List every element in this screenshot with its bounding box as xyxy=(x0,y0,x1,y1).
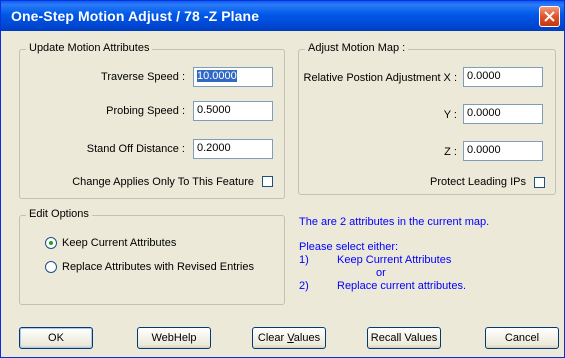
probing-speed-value: 0.5000 xyxy=(197,104,231,116)
info-opt2-text: Replace current attributes. xyxy=(337,280,467,292)
keep-attributes-label[interactable]: Keep Current Attributes xyxy=(62,237,176,249)
replace-attributes-radio[interactable] xyxy=(45,261,57,273)
relative-z-input[interactable]: 0.0000 xyxy=(463,141,543,161)
stand-off-value: 0.2000 xyxy=(197,142,231,154)
title-bar[interactable]: One-Step Motion Adjust / 78 -Z Plane xyxy=(1,1,564,31)
ok-button[interactable]: OK xyxy=(19,327,93,349)
keep-attributes-radio[interactable] xyxy=(45,237,57,249)
adjust-map-title: Adjust Motion Map : xyxy=(305,42,409,54)
relative-y-label: Y : xyxy=(443,109,457,121)
edit-options-group: Edit Options xyxy=(19,208,285,305)
edit-options-title: Edit Options xyxy=(26,208,92,220)
relative-x-value: 0.0000 xyxy=(467,70,501,82)
relative-z-value: 0.0000 xyxy=(467,144,501,156)
traverse-speed-label: Traverse Speed : xyxy=(101,71,185,83)
probing-speed-label: Probing Speed : xyxy=(106,105,185,117)
update-motion-title: Update Motion Attributes xyxy=(26,42,153,54)
info-or: or xyxy=(376,267,386,279)
relative-x-input[interactable]: 0.0000 xyxy=(463,67,543,87)
clear-values-prefix: Clear xyxy=(257,332,288,344)
relative-y-input[interactable]: 0.0000 xyxy=(463,104,543,124)
info-line2: Please select either: xyxy=(299,241,399,253)
info-opt2-num: 2) xyxy=(299,280,309,292)
window-title: One-Step Motion Adjust / 78 -Z Plane xyxy=(11,8,260,24)
stand-off-label: Stand Off Distance : xyxy=(86,143,185,155)
close-icon xyxy=(544,11,555,22)
info-opt1-text: Keep Current Attributes xyxy=(337,254,452,266)
traverse-speed-input[interactable]: 10.0000 xyxy=(193,67,273,87)
recall-values-button[interactable]: Recall Values xyxy=(367,327,441,349)
clear-values-suffix: alues xyxy=(293,332,321,344)
change-applies-label: Change Applies Only To This Feature xyxy=(72,176,254,188)
relative-y-value: 0.0000 xyxy=(467,107,501,119)
info-line1: The are 2 attributes in the current map. xyxy=(299,216,490,228)
clear-values-button[interactable]: Clear Values xyxy=(252,327,326,349)
change-applies-checkbox[interactable] xyxy=(262,176,273,187)
relative-z-label: Z : xyxy=(444,146,457,158)
replace-attributes-label[interactable]: Replace Attributes with Revised Entries xyxy=(62,261,254,273)
cancel-button[interactable]: Cancel xyxy=(485,327,559,349)
info-opt1-num: 1) xyxy=(299,254,309,266)
relative-x-label: Relative Postion Adjustment X : xyxy=(303,72,457,84)
dialog-window: One-Step Motion Adjust / 78 -Z Plane Upd… xyxy=(0,0,565,358)
probing-speed-input[interactable]: 0.5000 xyxy=(193,101,273,121)
traverse-speed-value: 10.0000 xyxy=(197,70,237,82)
protect-leading-checkbox[interactable] xyxy=(534,177,545,188)
protect-leading-label: Protect Leading IPs xyxy=(429,176,526,188)
close-button[interactable] xyxy=(539,6,560,27)
webhelp-button[interactable]: WebHelp xyxy=(137,327,211,349)
stand-off-input[interactable]: 0.2000 xyxy=(193,139,273,159)
